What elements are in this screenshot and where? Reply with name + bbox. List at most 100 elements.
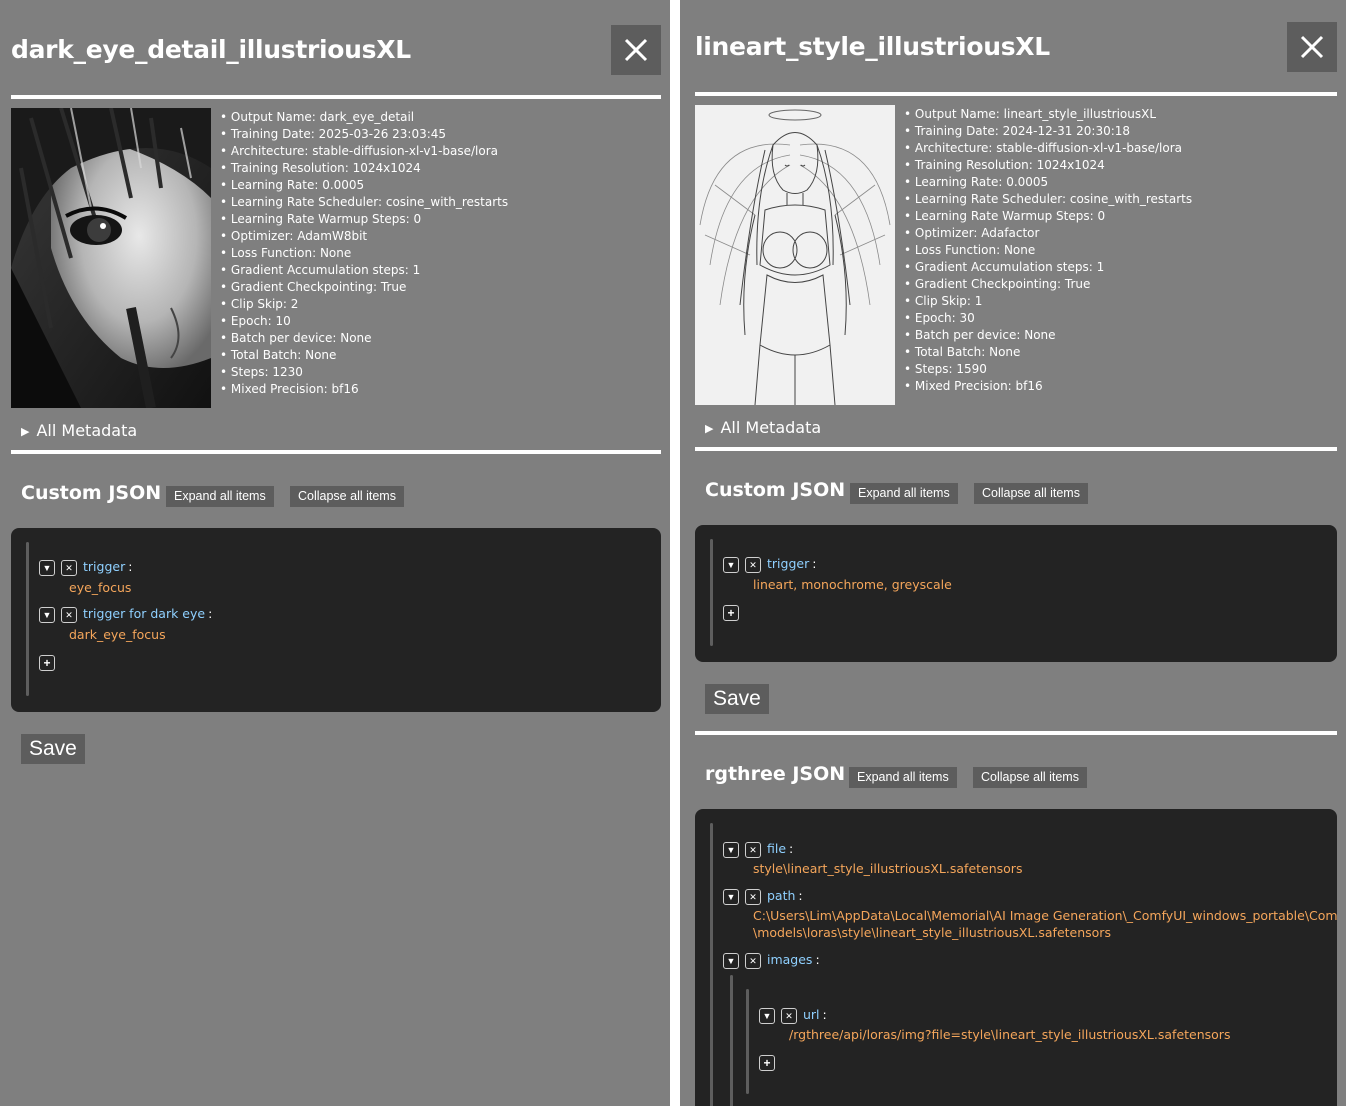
all-metadata-label: All Metadata: [36, 421, 138, 440]
json-key[interactable]: trigger:: [83, 559, 132, 574]
metadata-item: Mixed Precision: bf16: [904, 378, 1192, 395]
metadata-item: Clip Skip: 2: [220, 296, 508, 313]
close-icon: [624, 38, 648, 62]
metadata-item: Training Resolution: 1024x1024: [904, 157, 1192, 174]
expand-all-button[interactable]: Expand all items: [850, 483, 958, 504]
divider: [11, 450, 661, 454]
tree-guide: [26, 542, 29, 696]
tree-guide: [710, 823, 713, 1106]
metadata-item: Batch per device: None: [220, 330, 508, 347]
chevron-down-icon[interactable]: ▼: [723, 889, 739, 905]
metadata-item: Loss Function: None: [904, 242, 1192, 259]
divider: [11, 95, 661, 99]
chevron-down-icon[interactable]: ▼: [723, 842, 739, 858]
chevron-down-icon[interactable]: ▼: [39, 560, 55, 576]
metadata-item: Steps: 1590: [904, 361, 1192, 378]
metadata-item: Output Name: lineart_style_illustriousXL: [904, 106, 1192, 123]
metadata-item: Architecture: stable-diffusion-xl-v1-bas…: [904, 140, 1192, 157]
close-button[interactable]: [611, 25, 661, 75]
remove-icon[interactable]: ✕: [61, 607, 77, 623]
rgthree-json-editor: ▼ ✕ file: style\lineart_style_illustriou…: [695, 809, 1337, 1106]
save-button[interactable]: Save: [21, 734, 85, 764]
metadata-item: Learning Rate Scheduler: cosine_with_res…: [904, 191, 1192, 208]
metadata-item: Gradient Accumulation steps: 1: [220, 262, 508, 279]
metadata-item: Architecture: stable-diffusion-xl-v1-bas…: [220, 143, 508, 160]
divider: [695, 731, 1337, 735]
tree-guide: [730, 975, 733, 1106]
save-button[interactable]: Save: [705, 684, 769, 714]
json-value[interactable]: style\lineart_style_illustriousXL.safete…: [753, 860, 1022, 877]
metadata-item: Optimizer: Adafactor: [904, 225, 1192, 242]
metadata-item: Optimizer: AdamW8bit: [220, 228, 508, 245]
close-button[interactable]: [1287, 22, 1337, 72]
metadata-item: Learning Rate: 0.0005: [904, 174, 1192, 191]
json-key[interactable]: file:: [767, 841, 793, 856]
json-value[interactable]: dark_eye_focus: [69, 626, 166, 643]
preview-image: [11, 108, 211, 408]
json-key[interactable]: path:: [767, 888, 803, 903]
remove-icon[interactable]: ✕: [745, 953, 761, 969]
json-key[interactable]: trigger:: [767, 556, 816, 571]
remove-icon[interactable]: ✕: [745, 889, 761, 905]
close-icon: [1300, 35, 1324, 59]
metadata-item: Mixed Precision: bf16: [220, 381, 508, 398]
right-lora-info-panel: lineart_style_illustriousXL • Output Nam…: [680, 0, 1346, 1106]
metadata-item: Loss Function: None: [220, 245, 508, 262]
expand-all-button[interactable]: Expand all items: [849, 767, 957, 788]
divider: [695, 447, 1337, 451]
tree-guide: [710, 539, 713, 646]
metadata-item: Clip Skip: 1: [904, 293, 1192, 310]
json-value[interactable]: eye_focus: [69, 579, 131, 596]
metadata-item: Learning Rate: 0.0005: [220, 177, 508, 194]
disclosure-triangle-icon: ▶: [21, 425, 30, 438]
metadata-item: Gradient Accumulation steps: 1: [904, 259, 1192, 276]
preview-image: [695, 105, 895, 405]
metadata-list: Output Name: dark_eye_detailTraining Dat…: [220, 109, 508, 398]
json-value[interactable]: /rgthree/api/loras/img?file=style\linear…: [789, 1026, 1230, 1043]
collapse-all-button[interactable]: Collapse all items: [973, 767, 1087, 788]
chevron-down-icon[interactable]: ▼: [39, 607, 55, 623]
chevron-down-icon[interactable]: ▼: [723, 953, 739, 969]
remove-icon[interactable]: ✕: [61, 560, 77, 576]
chevron-down-icon[interactable]: ▼: [759, 1008, 775, 1024]
metadata-item: Learning Rate Warmup Steps: 0: [904, 208, 1192, 225]
custom-json-title: Custom JSON: [705, 479, 846, 501]
json-value[interactable]: lineart, monochrome, greyscale: [753, 576, 952, 593]
rgthree-json-title: rgthree JSON: [705, 763, 846, 785]
metadata-item: Training Date: 2024-12-31 20:30:18: [904, 123, 1192, 140]
custom-json-editor: ▼ ✕ trigger: lineart, monochrome, greysc…: [695, 525, 1337, 662]
all-metadata-label: All Metadata: [720, 418, 822, 437]
plus-icon[interactable]: +: [759, 1055, 775, 1071]
metadata-item: Training Resolution: 1024x1024: [220, 160, 508, 177]
metadata-item: Learning Rate Warmup Steps: 0: [220, 211, 508, 228]
metadata-item: Gradient Checkpointing: True: [220, 279, 508, 296]
panel-title: lineart_style_illustriousXL: [695, 32, 1050, 61]
json-key[interactable]: trigger for dark eye:: [83, 606, 212, 621]
json-value[interactable]: C:\Users\Lim\AppData\Local\Memorial\AI I…: [753, 907, 1337, 924]
left-lora-info-panel: dark_eye_detail_illustriousXL • Output N…: [0, 0, 670, 1106]
metadata-item: Total Batch: None: [220, 347, 508, 364]
collapse-all-button[interactable]: Collapse all items: [974, 483, 1088, 504]
metadata-item: Training Date: 2025-03-26 23:03:45: [220, 126, 508, 143]
json-key[interactable]: images:: [767, 952, 820, 967]
chevron-down-icon[interactable]: ▼: [723, 557, 739, 573]
remove-icon[interactable]: ✕: [745, 557, 761, 573]
panel-title: dark_eye_detail_illustriousXL: [11, 35, 411, 64]
metadata-item: Steps: 1230: [220, 364, 508, 381]
custom-json-editor: ▼ ✕ trigger: eye_focus ▼ ✕ trigger for d…: [11, 528, 661, 712]
plus-icon[interactable]: +: [723, 605, 739, 621]
metadata-item: Batch per device: None: [904, 327, 1192, 344]
plus-icon[interactable]: +: [39, 655, 55, 671]
collapse-all-button[interactable]: Collapse all items: [290, 486, 404, 507]
json-key[interactable]: url:: [803, 1007, 827, 1022]
custom-json-title: Custom JSON: [21, 482, 162, 504]
divider: [695, 92, 1337, 96]
all-metadata-toggle[interactable]: ▶ All Metadata: [21, 421, 137, 440]
all-metadata-toggle[interactable]: ▶ All Metadata: [705, 418, 821, 437]
metadata-list: Output Name: lineart_style_illustriousXL…: [904, 106, 1192, 395]
json-value-continued[interactable]: \models\loras\style\lineart_style_illust…: [753, 924, 1111, 941]
remove-icon[interactable]: ✕: [781, 1008, 797, 1024]
tree-guide: [746, 989, 749, 1094]
expand-all-button[interactable]: Expand all items: [166, 486, 274, 507]
remove-icon[interactable]: ✕: [745, 842, 761, 858]
